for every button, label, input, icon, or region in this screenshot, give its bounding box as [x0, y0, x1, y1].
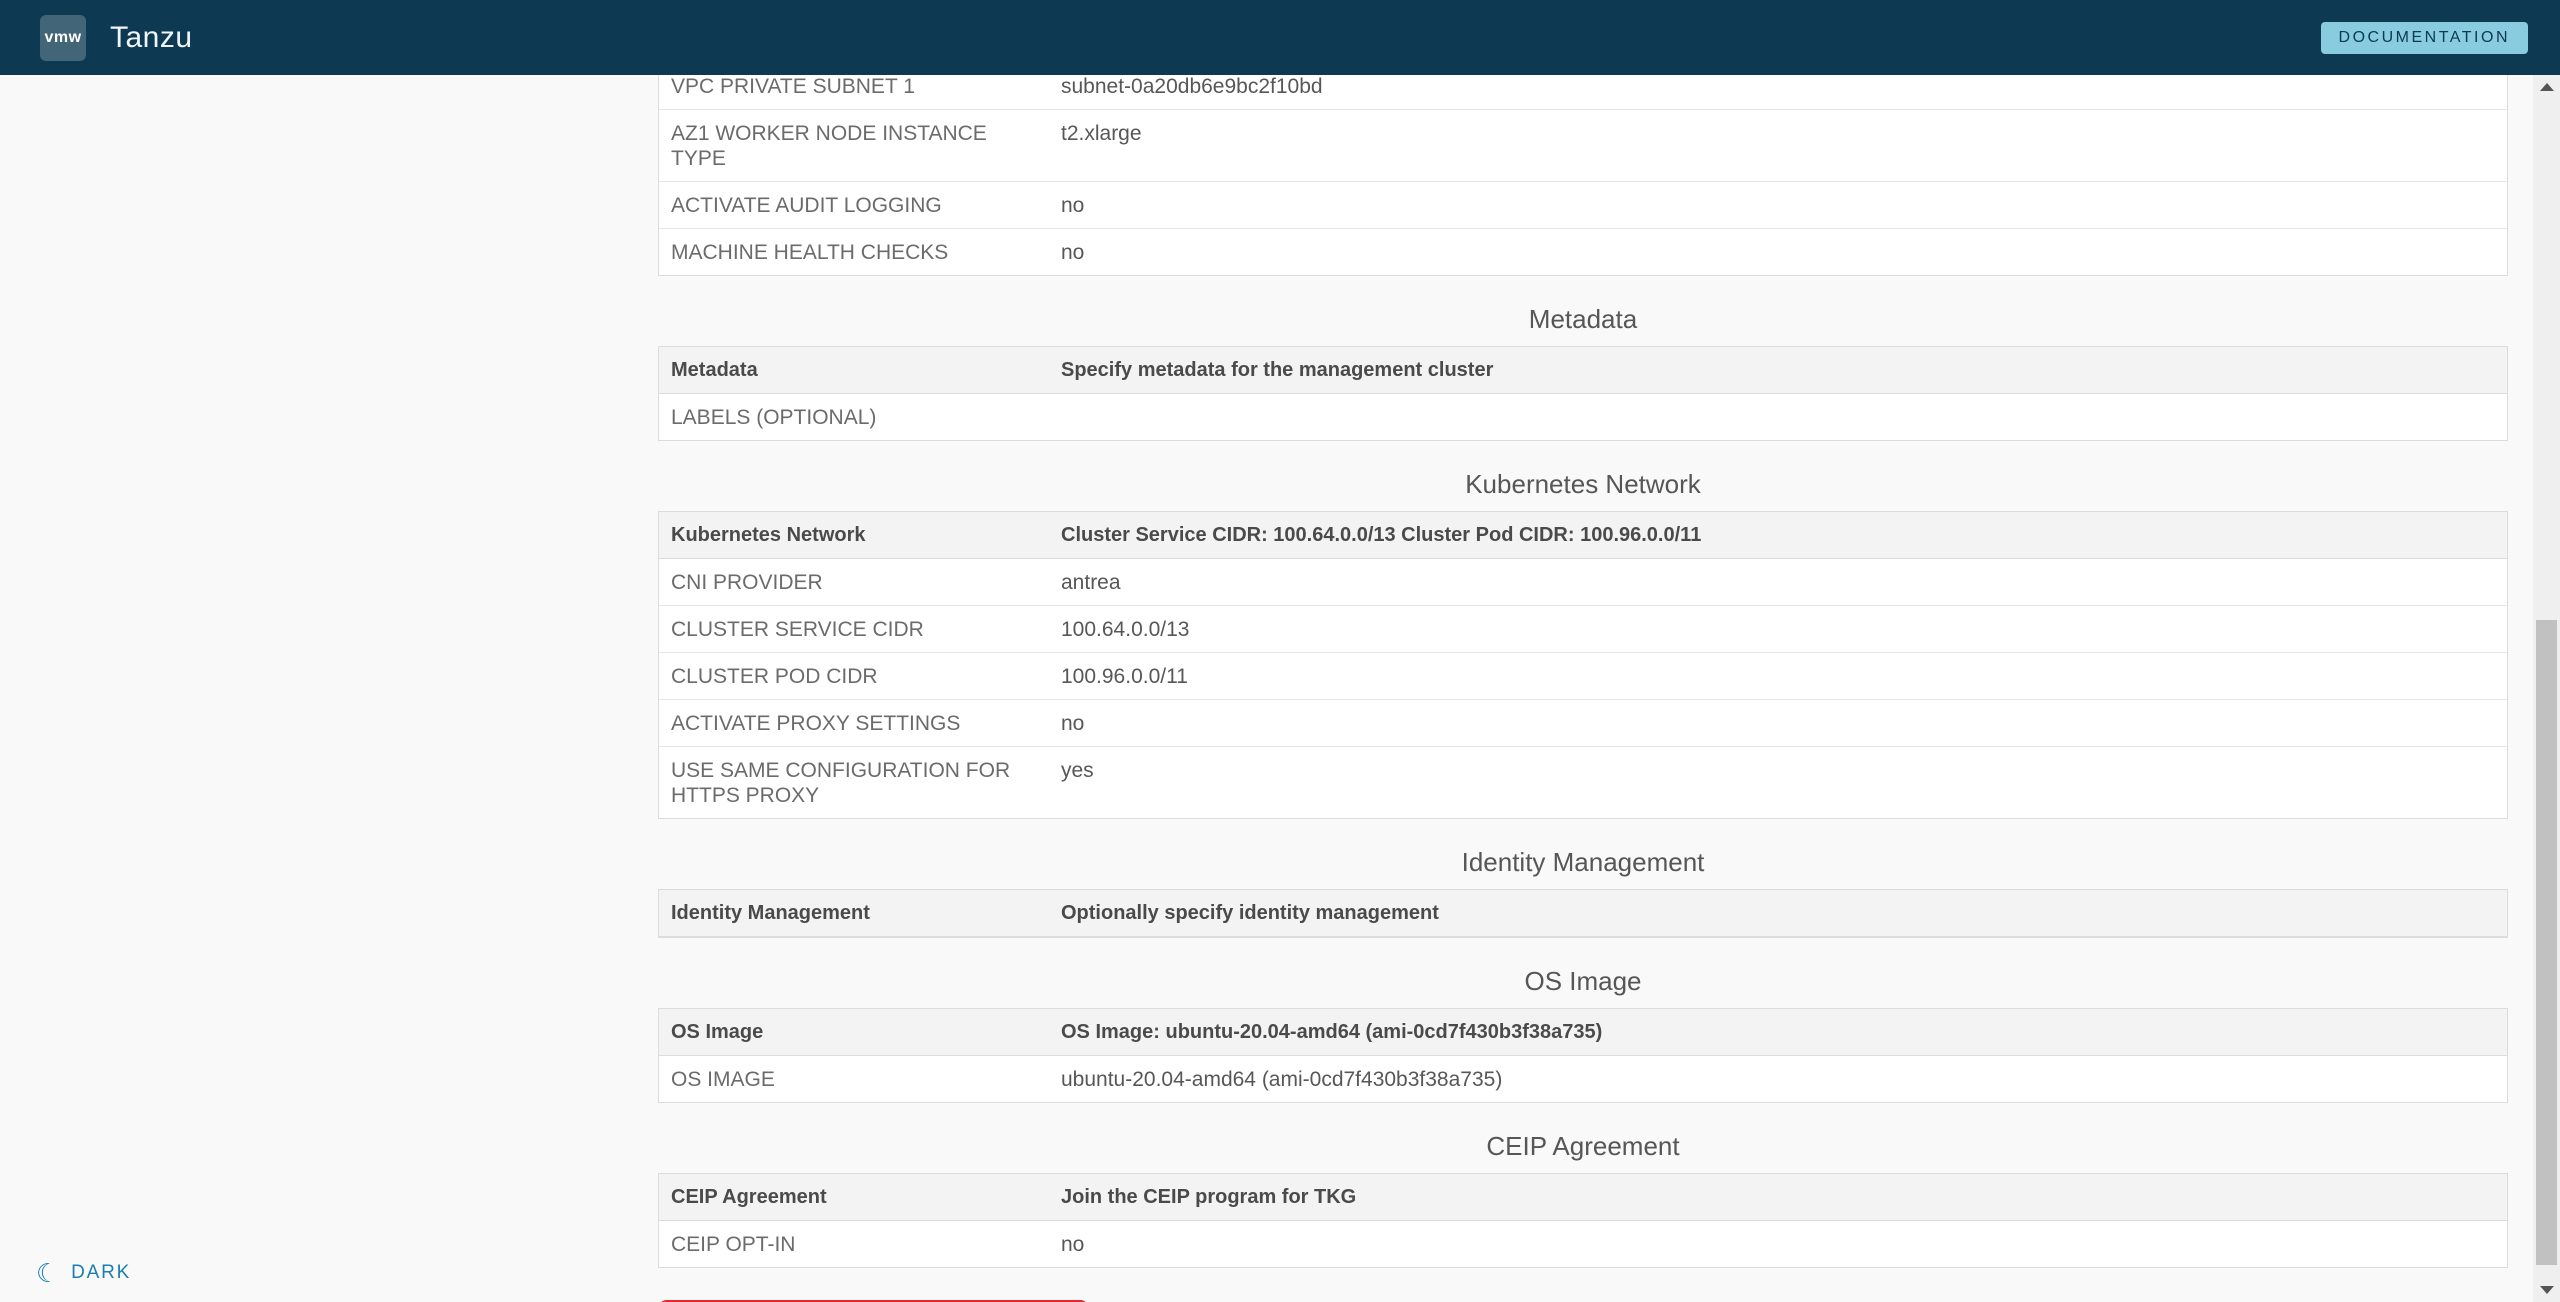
review-section: Kubernetes Network Kubernetes Network Clus… — [658, 469, 2508, 819]
row-value — [1049, 394, 2507, 415]
documentation-button[interactable]: DOCUMENTATION — [2320, 21, 2528, 54]
row-label: AZ1 WORKER NODE INSTANCE TYPE — [671, 122, 987, 170]
table-header-description: Cluster Service CIDR: 100.64.0.0/13 Clus… — [1061, 524, 1702, 546]
review-configuration-panel: VPC PRIVATE SUBNET 1 subnet-0a20db6e9bc2f… — [658, 63, 2508, 1302]
row-value: no — [1061, 241, 1085, 264]
section-title: Identity Management — [1461, 847, 1705, 877]
table-header-label: Kubernetes Network — [671, 524, 866, 546]
dark-mode-label: DARK — [71, 1262, 132, 1283]
row-label: CLUSTER POD CIDR — [671, 665, 878, 688]
review-sections: Metadata Metadata Specify metadata for the… — [658, 304, 2508, 1268]
table-header-label: Identity Management — [671, 902, 870, 924]
section-table: Identity Management Optionally specify id… — [658, 889, 2508, 938]
table-row: ACTIVATE AUDIT LOGGING no — [659, 182, 2507, 229]
table-header-row: CEIP Agreement Join the CEIP program for … — [659, 1174, 2507, 1221]
row-value: no — [1061, 712, 1085, 735]
row-label: MACHINE HEALTH CHECKS — [671, 241, 949, 264]
dark-mode-toggle[interactable]: ☾ DARK — [36, 1260, 131, 1286]
table-header-row: Kubernetes Network Cluster Service CIDR: … — [659, 512, 2507, 559]
row-value: yes — [1061, 759, 1094, 782]
table-header-description: Optionally specify identity management — [1061, 902, 1439, 924]
review-section: Identity Management Identity Management Op… — [658, 847, 2508, 938]
row-label: LABELS (OPTIONAL) — [671, 406, 877, 429]
row-label: CEIP OPT-IN — [671, 1233, 796, 1256]
review-section: OS Image OS Image OS Image: ubuntu-20.04-a… — [658, 966, 2508, 1103]
table-row: CNI PROVIDER antrea — [659, 559, 2507, 606]
table-header-description: Join the CEIP program for TKG — [1061, 1186, 1357, 1208]
scrollbar-thumb[interactable] — [2536, 620, 2557, 1265]
aws-settings-table: VPC PRIVATE SUBNET 1 subnet-0a20db6e9bc2f… — [658, 63, 2508, 276]
table-row: LABELS (OPTIONAL) — [659, 394, 2507, 440]
section-table: Kubernetes Network Cluster Service CIDR: … — [658, 511, 2508, 819]
table-header-description: OS Image: ubuntu-20.04-amd64 (ami-0cd7f4… — [1061, 1021, 1603, 1043]
row-value: 100.64.0.0/13 — [1061, 618, 1190, 641]
review-section: CEIP Agreement CEIP Agreement Join the CEI… — [658, 1131, 2508, 1268]
table-row: AZ1 WORKER NODE INSTANCE TYPE t2.xlarge — [659, 110, 2507, 182]
table-header-label: CEIP Agreement — [671, 1186, 827, 1208]
table-header-description: Specify metadata for the management clus… — [1061, 359, 1494, 381]
row-label: USE SAME CONFIGURATION FOR HTTPS PROXY — [671, 759, 1011, 807]
scroll-down-icon[interactable] — [2540, 1286, 2554, 1294]
table-header-row: Identity Management Optionally specify id… — [659, 890, 2507, 937]
table-header-row: Metadata Specify metadata for the managem… — [659, 347, 2507, 394]
table-row: CLUSTER POD CIDR 100.96.0.0/11 — [659, 653, 2507, 700]
row-value: no — [1061, 194, 1085, 217]
table-header-label: OS Image — [671, 1021, 764, 1043]
app-title: Tanzu — [110, 20, 193, 54]
table-row: USE SAME CONFIGURATION FOR HTTPS PROXY ye… — [659, 747, 2507, 818]
row-label: OS IMAGE — [671, 1068, 775, 1091]
section-title: Metadata — [1528, 304, 1638, 334]
row-value: no — [1061, 1233, 1085, 1256]
table-row: CLUSTER SERVICE CIDR 100.64.0.0/13 — [659, 606, 2507, 653]
table-row: ACTIVATE PROXY SETTINGS no — [659, 700, 2507, 747]
table-row: OS IMAGE ubuntu-20.04-amd64 (ami-0cd7f430… — [659, 1056, 2507, 1102]
app-header: vmw Tanzu DOCUMENTATION — [0, 0, 2560, 75]
row-value: ubuntu-20.04-amd64 (ami-0cd7f430b3f38a73… — [1061, 1068, 1503, 1091]
section-title: OS Image — [1524, 966, 1642, 996]
moon-icon: ☾ — [36, 1258, 62, 1288]
review-section: Metadata Metadata Specify metadata for the… — [658, 304, 2508, 441]
row-label: ACTIVATE PROXY SETTINGS — [671, 712, 961, 735]
section-title: CEIP Agreement — [1486, 1131, 1680, 1161]
section-title: Kubernetes Network — [1465, 469, 1701, 499]
section-table: Metadata Specify metadata for the managem… — [658, 346, 2508, 441]
row-label: CNI PROVIDER — [671, 571, 823, 594]
section-table: OS Image OS Image: ubuntu-20.04-amd64 (am… — [658, 1008, 2508, 1103]
table-row: MACHINE HEALTH CHECKS no — [659, 229, 2507, 275]
scroll-up-icon[interactable] — [2540, 83, 2554, 91]
row-value: 100.96.0.0/11 — [1061, 665, 1188, 688]
table-header-row: OS Image OS Image: ubuntu-20.04-amd64 (am… — [659, 1009, 2507, 1056]
section-table: CEIP Agreement Join the CEIP program for … — [658, 1173, 2508, 1268]
row-value: t2.xlarge — [1061, 122, 1142, 145]
row-label: ACTIVATE AUDIT LOGGING — [671, 194, 942, 217]
vmware-logo: vmw — [40, 14, 86, 61]
row-label: CLUSTER SERVICE CIDR — [671, 618, 924, 641]
table-header-label: Metadata — [671, 359, 758, 381]
vertical-scrollbar[interactable] — [2533, 75, 2560, 1302]
table-row: CEIP OPT-IN no — [659, 1221, 2507, 1267]
vmware-logo-text: vmw — [44, 28, 82, 46]
row-value: antrea — [1061, 571, 1121, 594]
